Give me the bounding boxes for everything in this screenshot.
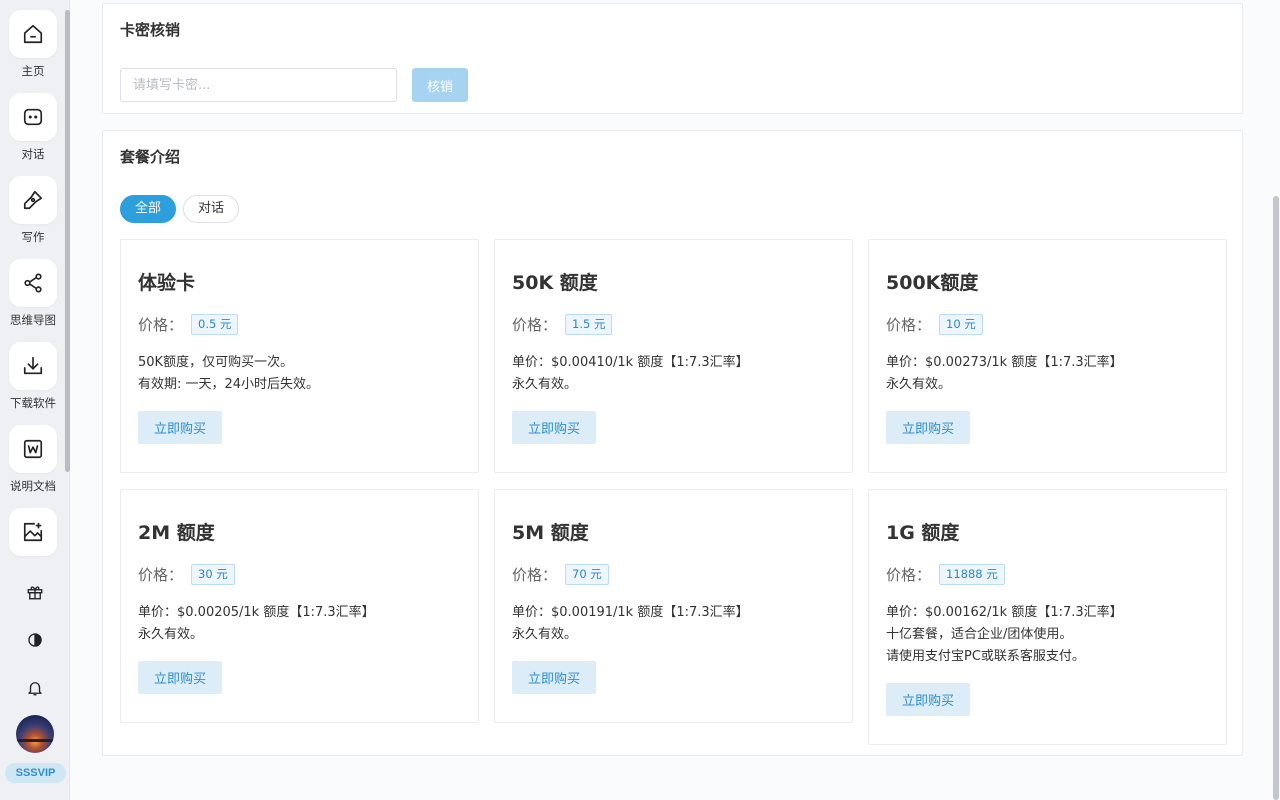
package-name: 500K额度 [886, 272, 979, 294]
package-name: 1G 额度 [886, 522, 960, 544]
description-line: 单价：$0.00191/1k 额度【1:7.3汇率】 [512, 605, 749, 620]
sidebar-item-image-ai[interactable] [9, 508, 57, 556]
tab-all[interactable]: 全部 [120, 195, 176, 223]
package-card-2m: 2M 额度 价格： 30 元 单价：$0.00205/1k 额度【1:7.3汇率… [120, 489, 479, 723]
package-card-1g: 1G 额度 价格： 11888 元 单价：$0.00162/1k 额度【1:7.… [868, 489, 1227, 745]
price-label: 价格： [512, 566, 558, 584]
bell-icon[interactable] [23, 676, 47, 700]
package-description: 单价：$0.00191/1k 额度【1:7.3汇率】 永久有效。 [512, 602, 749, 646]
package-description: 单价：$0.00410/1k 额度【1:7.3汇率】 永久有效。 [512, 352, 749, 396]
description-line: 永久有效。 [512, 627, 578, 642]
price-tag: 30 元 [191, 564, 235, 585]
mindmap-icon [9, 259, 57, 307]
description-line: 永久有效。 [138, 627, 204, 642]
price-label: 价格： [512, 316, 558, 334]
redeem-button[interactable]: 核销 [412, 68, 468, 102]
package-name: 2M 额度 [138, 522, 215, 544]
description-line: 单价：$0.00273/1k 额度【1:7.3汇率】 [886, 355, 1123, 370]
price-row: 价格： 70 元 [512, 564, 609, 585]
package-card-50k: 50K 额度 价格： 1.5 元 单价：$0.00410/1k 额度【1:7.3… [494, 239, 853, 473]
package-card-5m: 5M 额度 价格： 70 元 单价：$0.00191/1k 额度【1:7.3汇率… [494, 489, 853, 723]
sidebar-item-docs[interactable]: 说明文档 [9, 425, 57, 493]
buy-now-button[interactable]: 立即购买 [138, 411, 222, 444]
packages-title: 套餐介绍 [120, 148, 181, 166]
package-description: 单价：$0.00162/1k 额度【1:7.3汇率】 十亿套餐，适合企业/团体使… [886, 602, 1123, 668]
sidebar-item-download[interactable]: 下载软件 [9, 342, 57, 410]
buy-now-button[interactable]: 立即购买 [886, 411, 970, 444]
theme-contrast-icon[interactable] [23, 628, 47, 652]
price-row: 价格： 11888 元 [886, 564, 1005, 585]
price-tag: 70 元 [565, 564, 609, 585]
description-line: 永久有效。 [886, 377, 952, 392]
package-description: 单价：$0.00205/1k 额度【1:7.3汇率】 永久有效。 [138, 602, 375, 646]
package-card-trial: 体验卡 价格： 0.5 元 50K额度，仅可购买一次。 有效期: 一天，24小时… [120, 239, 479, 473]
buy-now-button[interactable]: 立即购买 [138, 661, 222, 694]
sidebar-item-label: 说明文档 [10, 479, 56, 493]
description-line: 单价：$0.00162/1k 额度【1:7.3汇率】 [886, 605, 1123, 620]
sidebar: 主页 对话 写作 思维导图 下载软件 说明文档 SSSVIP [0, 0, 70, 800]
gift-icon[interactable] [23, 580, 47, 604]
price-label: 价格： [886, 316, 932, 334]
description-line: 永久有效。 [512, 377, 578, 392]
main-content: 卡密核销 核销 套餐介绍 全部 对话 体验卡 价格： 0.5 元 50K额度，仅… [71, 0, 1280, 800]
sidebar-item-label: 写作 [21, 230, 45, 244]
price-tag: 11888 元 [939, 564, 1005, 585]
package-description: 50K额度，仅可购买一次。 有效期: 一天，24小时后失效。 [138, 352, 319, 396]
chat-icon [9, 93, 57, 141]
price-tag: 0.5 元 [191, 314, 239, 335]
package-name: 5M 额度 [512, 522, 589, 544]
price-label: 价格： [138, 316, 184, 334]
card-code-input[interactable] [120, 68, 397, 102]
word-doc-icon [9, 425, 57, 473]
sidebar-item-writing[interactable]: 写作 [9, 176, 57, 244]
package-name: 50K 额度 [512, 272, 598, 294]
price-tag: 10 元 [939, 314, 983, 335]
description-line: 50K额度，仅可购买一次。 [138, 355, 294, 370]
sidebar-item-label: 对话 [21, 147, 45, 161]
home-icon [9, 10, 57, 58]
description-line: 有效期: 一天，24小时后失效。 [138, 377, 320, 392]
buy-now-button[interactable]: 立即购买 [512, 661, 596, 694]
description-line: 十亿套餐，适合企业/团体使用。 [886, 627, 1073, 642]
package-description: 单价：$0.00273/1k 额度【1:7.3汇率】 永久有效。 [886, 352, 1123, 396]
page-scrollbar[interactable] [1273, 196, 1279, 800]
pen-icon [9, 176, 57, 224]
sidebar-item-label: 思维导图 [10, 313, 56, 327]
description-line: 单价：$0.00410/1k 额度【1:7.3汇率】 [512, 355, 749, 370]
sidebar-item-mindmap[interactable]: 思维导图 [9, 259, 57, 327]
description-line: 请使用支付宝PC或联系客服支付。 [886, 649, 1085, 664]
description-line: 单价：$0.00205/1k 额度【1:7.3汇率】 [138, 605, 375, 620]
sidebar-item-label: 主页 [21, 64, 45, 78]
image-ai-icon [9, 508, 57, 556]
package-name: 体验卡 [138, 272, 196, 294]
price-label: 价格： [886, 566, 932, 584]
price-row: 价格： 0.5 元 [138, 314, 239, 335]
sidebar-item-chat[interactable]: 对话 [9, 93, 57, 161]
price-label: 价格： [138, 566, 184, 584]
redeem-panel: 卡密核销 核销 [102, 3, 1243, 114]
buy-now-button[interactable]: 立即购买 [886, 683, 970, 716]
buy-now-button[interactable]: 立即购买 [512, 411, 596, 444]
avatar[interactable] [16, 715, 54, 753]
sidebar-item-home[interactable]: 主页 [9, 10, 57, 78]
price-tag: 1.5 元 [565, 314, 613, 335]
tab-chat[interactable]: 对话 [183, 195, 239, 223]
price-row: 价格： 10 元 [886, 314, 983, 335]
download-icon [9, 342, 57, 390]
price-row: 价格： 30 元 [138, 564, 235, 585]
sidebar-item-label: 下载软件 [10, 396, 56, 410]
packages-panel: 套餐介绍 全部 对话 体验卡 价格： 0.5 元 50K额度，仅可购买一次。 有… [102, 130, 1243, 756]
redeem-title: 卡密核销 [120, 21, 181, 39]
price-row: 价格： 1.5 元 [512, 314, 613, 335]
vip-badge: SSSVIP [5, 763, 66, 783]
package-card-500k: 500K额度 价格： 10 元 单价：$0.00273/1k 额度【1:7.3汇… [868, 239, 1227, 473]
